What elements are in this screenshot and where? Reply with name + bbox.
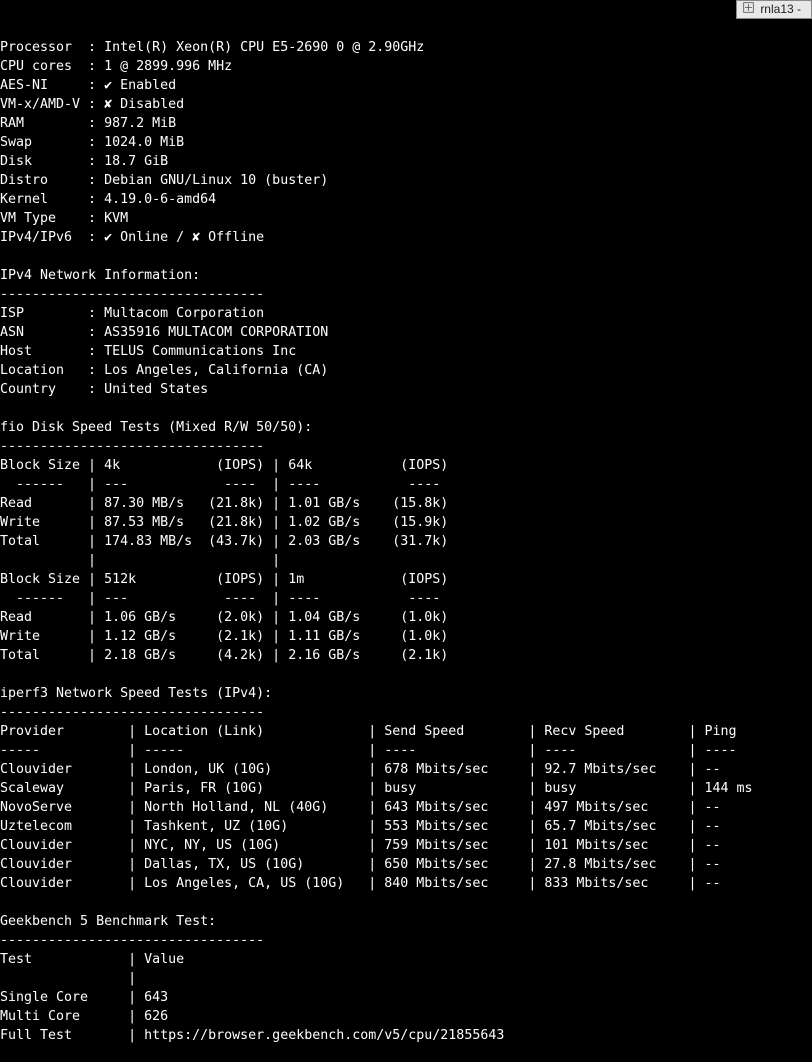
terminal-output: Processor : Intel(R) Xeon(R) CPU E5-2690… [0, 40, 753, 1062]
pin-icon [743, 1, 754, 18]
window-tab[interactable]: rnla13 - [736, 0, 812, 19]
terminal[interactable]: rnla13 - Processor : Intel(R) Xeon(R) CP… [0, 0, 812, 1062]
tab-label: rnla13 - [760, 1, 801, 18]
